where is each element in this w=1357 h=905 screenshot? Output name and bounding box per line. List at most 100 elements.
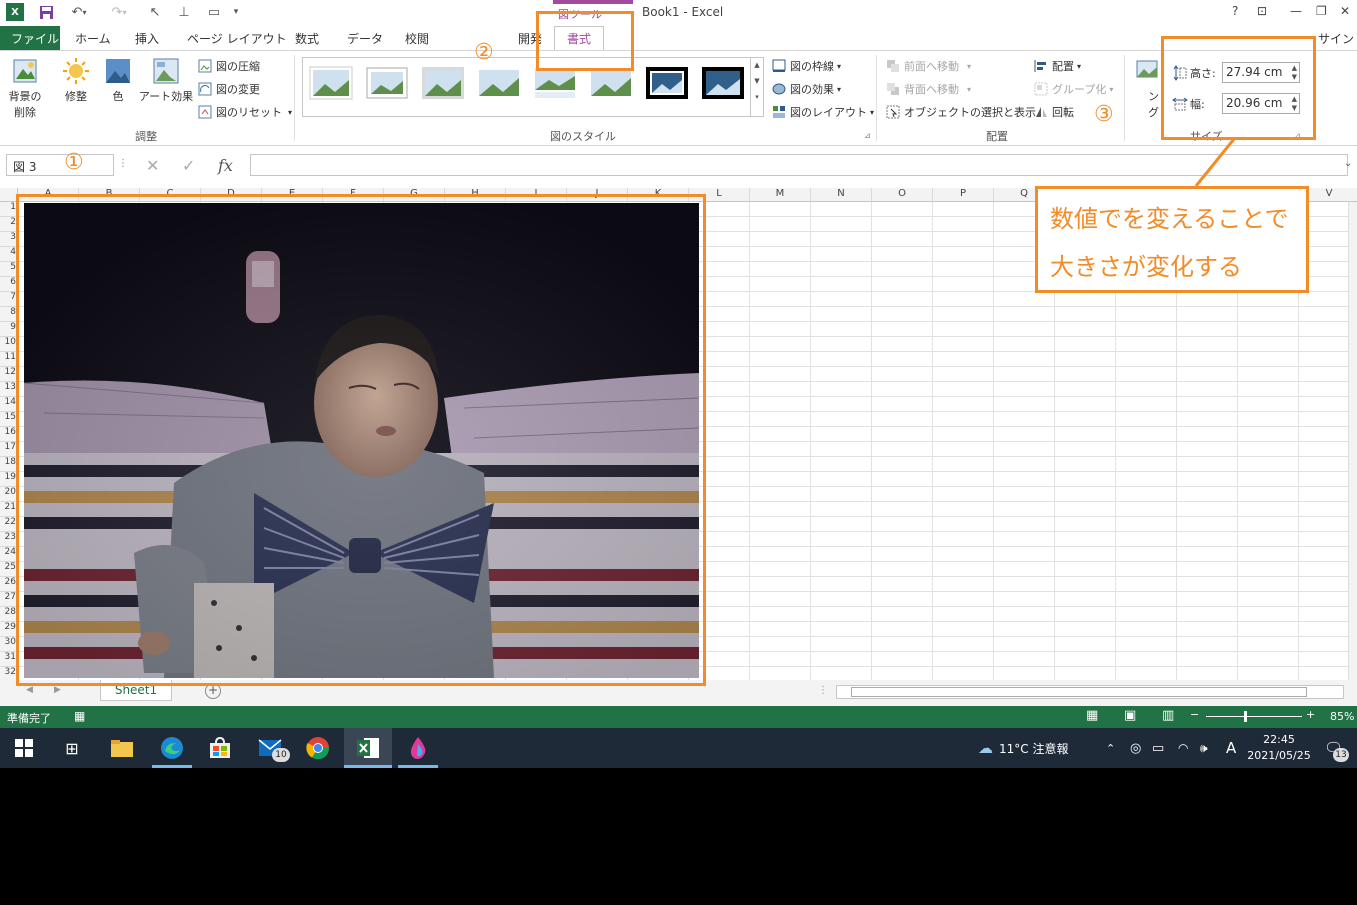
zoom-out-button[interactable]: − <box>1190 708 1199 721</box>
styles-group-label: 図のスタイル <box>550 130 616 143</box>
picture-styles-gallery: ▲ ▼ ▾ <box>302 57 764 117</box>
tab-home[interactable]: ホーム <box>75 26 111 50</box>
tab-data[interactable]: データ <box>347 26 383 50</box>
column-header[interactable]: M <box>750 188 811 202</box>
tab-file[interactable]: ファイル <box>0 26 60 50</box>
page-break-view-icon[interactable]: ▥ <box>1162 708 1174 723</box>
cancel-entry-icon[interactable]: ✕ <box>146 156 159 175</box>
group-icon <box>1034 82 1048 96</box>
shape-icon[interactable]: ▭ <box>202 3 226 21</box>
close-button[interactable]: ✕ <box>1340 4 1350 18</box>
wifi-icon[interactable]: ◠ <box>1178 728 1188 768</box>
confirm-entry-icon[interactable]: ✓ <box>182 156 195 175</box>
status-bar: 準備完了 ▦ ▦ ▣ ▥ − + 85% <box>0 706 1357 728</box>
tab-review[interactable]: 校閲 <box>405 26 429 50</box>
tab-split-handle[interactable]: ⋮ <box>818 685 828 696</box>
sign-in-link[interactable]: サインイ <box>1318 26 1357 63</box>
crop-button[interactable]: ング <box>1130 57 1164 120</box>
clock[interactable]: 22:45 2021/05/25 <box>1246 732 1312 764</box>
macro-record-icon[interactable]: ▦ <box>74 709 85 723</box>
corrections-button[interactable]: 修整 <box>60 57 92 104</box>
align-icon <box>1034 60 1046 72</box>
weather-text: 11°C 注意報 <box>999 741 1069 756</box>
tray-overflow-icon[interactable]: ⌃ <box>1106 728 1115 768</box>
clock-time: 22:45 <box>1263 733 1295 746</box>
minimize-button[interactable]: — <box>1290 4 1302 18</box>
reset-picture-button[interactable]: 図のリセット ▾ <box>198 103 292 121</box>
excel-taskbar-icon[interactable] <box>354 734 382 762</box>
prev-sheet-icon[interactable]: ◀ <box>26 685 33 695</box>
rotate-button[interactable]: 回転 <box>1034 103 1074 121</box>
column-header[interactable]: O <box>872 188 933 202</box>
picture-border-button[interactable]: 図の枠線 ▾ <box>772 57 841 75</box>
style-thumb-1[interactable] <box>309 66 353 100</box>
help-button[interactable]: ? <box>1232 4 1238 18</box>
color-button[interactable]: 色 <box>102 57 134 104</box>
style-thumb-4[interactable] <box>477 66 521 100</box>
formula-input[interactable] <box>250 154 1348 176</box>
style-thumb-3[interactable] <box>421 66 465 100</box>
tab-page-layout[interactable]: ページ レイアウト <box>187 26 287 50</box>
bring-forward-button[interactable]: 前面へ移動 ▾ <box>886 57 971 75</box>
normal-view-icon[interactable]: ▦ <box>1086 708 1098 723</box>
ime-indicator[interactable]: A <box>1226 728 1236 768</box>
compress-icon <box>198 59 212 73</box>
send-backward-button[interactable]: 背面へ移動 ▾ <box>886 80 971 98</box>
edge-icon[interactable] <box>158 734 186 762</box>
paint-app-icon[interactable] <box>404 734 432 762</box>
volume-icon[interactable]: 🕪 <box>1200 728 1208 768</box>
ribbon-display-icon[interactable]: ⊡ <box>1257 4 1267 18</box>
column-header[interactable]: N <box>811 188 872 202</box>
task-view-icon[interactable]: ⊞ <box>58 734 86 762</box>
change-picture-button[interactable]: 図の変更 <box>198 80 260 98</box>
zoom-level[interactable]: 85% <box>1330 710 1354 723</box>
customize-qat-icon[interactable]: ▾ <box>230 3 242 21</box>
save-icon[interactable] <box>36 3 56 21</box>
start-button[interactable] <box>10 734 38 762</box>
style-thumb-8[interactable] <box>701 66 745 100</box>
tab-formulas[interactable]: 数式 <box>295 26 319 50</box>
remove-background-button[interactable]: 背景の 削除 <box>6 57 44 120</box>
meet-now-icon[interactable]: ◎ <box>1130 728 1141 768</box>
undo-icon[interactable]: ↶ ▾ <box>64 3 94 21</box>
align-icon[interactable]: ⊥ <box>174 3 194 21</box>
compress-pictures-button[interactable]: 図の圧縮 <box>198 57 260 75</box>
horizontal-scroll-thumb[interactable] <box>851 687 1307 697</box>
weather-widget[interactable]: ☁ 11°C 注意報 <box>978 728 1068 768</box>
zoom-in-button[interactable]: + <box>1306 708 1315 721</box>
selection-pane-button[interactable]: オブジェクトの選択と表示 <box>886 103 1036 121</box>
expand-formula-bar-icon[interactable]: ⌄ <box>1344 158 1352 169</box>
name-box[interactable]: 図 3 <box>6 154 114 176</box>
pointer-icon[interactable]: ↖ <box>146 3 164 21</box>
excel-logo-icon: X <box>6 3 24 21</box>
redo-icon[interactable]: ↷ ▾ <box>104 3 134 21</box>
picture-layout-button[interactable]: 図のレイアウト ▾ <box>772 103 874 121</box>
picture-border-label: 図の枠線 <box>790 60 834 73</box>
file-explorer-icon[interactable] <box>108 734 136 762</box>
gallery-scroll[interactable]: ▲ ▼ ▾ <box>750 58 763 116</box>
artistic-label: アート効果 <box>138 90 194 103</box>
next-sheet-icon[interactable]: ▶ <box>54 685 61 695</box>
zoom-slider-thumb[interactable] <box>1244 711 1247 722</box>
chrome-icon[interactable] <box>304 734 332 762</box>
horizontal-scrollbar[interactable] <box>836 685 1344 699</box>
page-layout-view-icon[interactable]: ▣ <box>1124 708 1136 723</box>
insert-function-button[interactable]: fx <box>218 156 233 175</box>
style-thumb-5[interactable] <box>533 66 577 100</box>
vertical-scrollbar[interactable] <box>1348 202 1357 680</box>
column-header[interactable]: P <box>933 188 994 202</box>
picture-effects-button[interactable]: 図の効果 ▾ <box>772 80 841 98</box>
artistic-effects-button[interactable]: アート効果 <box>138 57 194 104</box>
restore-button[interactable]: ❐ <box>1316 4 1327 18</box>
group-button[interactable]: グループ化 ▾ <box>1034 80 1113 98</box>
style-thumb-6[interactable] <box>589 66 633 100</box>
store-icon[interactable] <box>206 734 234 762</box>
style-thumb-7[interactable] <box>645 66 689 100</box>
styles-dialog-launcher-icon[interactable]: ⊿ <box>864 131 871 140</box>
align-button[interactable]: 配置 ▾ <box>1034 57 1081 75</box>
battery-icon[interactable]: ▭ <box>1152 728 1164 768</box>
zoom-slider[interactable] <box>1206 716 1302 717</box>
crop-icon <box>1136 60 1158 78</box>
style-thumb-2[interactable] <box>365 66 409 100</box>
tab-insert[interactable]: 挿入 <box>135 26 159 50</box>
